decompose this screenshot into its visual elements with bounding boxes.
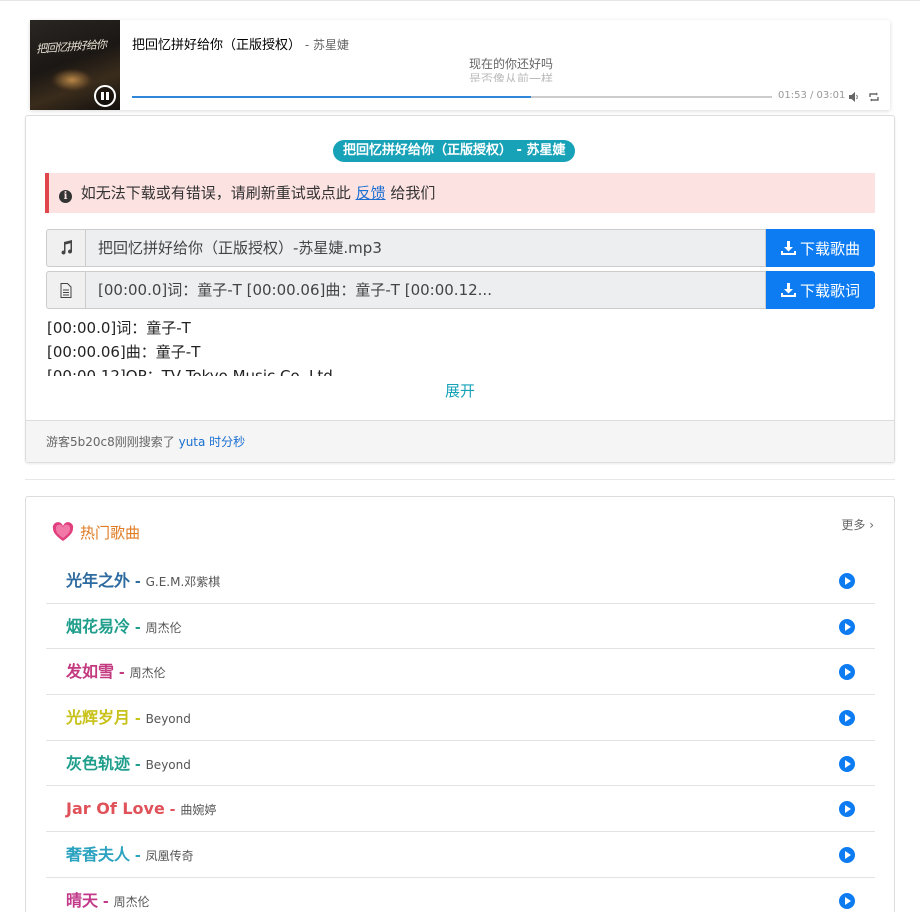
song-list-item[interactable]: 晴天 - 周杰伦 bbox=[46, 878, 875, 912]
download-icon bbox=[780, 241, 796, 255]
recent-search-footer: 游客5b20c8刚刚搜索了 yuta 时分秒 bbox=[26, 420, 894, 462]
song-artist: G.E.M.邓紫棋 bbox=[145, 575, 221, 589]
download-song-label: 下载歌曲 bbox=[799, 239, 860, 258]
song-list-item[interactable]: 发如雪 - 周杰伦 bbox=[46, 649, 875, 696]
expand-lyrics-button[interactable]: 展开 bbox=[26, 380, 894, 401]
song-title-badge: 把回忆拼好给你（正版授权） - 苏星婕 bbox=[333, 140, 576, 162]
hot-song-list: 光年之外 - G.E.M.邓紫棋 烟花易冷 - 周杰伦 发如雪 - 周杰伦 光辉岁月 … bbox=[46, 558, 875, 912]
separator-dash: - bbox=[98, 893, 114, 910]
time-display: 01:53 / 03:01 bbox=[778, 90, 846, 101]
player-song-title: 把回忆拼好给你（正版授权） - 苏星婕 bbox=[132, 34, 349, 53]
download-lyrics-label: 下载歌词 bbox=[799, 281, 860, 300]
song-name[interactable]: 光辉岁月 bbox=[66, 708, 130, 727]
song-name[interactable]: 灰色轨迹 bbox=[66, 754, 130, 773]
alert-suffix: 给我们 bbox=[390, 184, 436, 202]
song-list-item[interactable]: 灰色轨迹 - Beyond bbox=[46, 741, 875, 787]
mp3-filename-field[interactable]: 把回忆拼好给你（正版授权）-苏星婕.mp3 bbox=[86, 229, 766, 267]
mp3-download-row: 把回忆拼好给你（正版授权）-苏星婕.mp3 下载歌曲 bbox=[46, 229, 875, 267]
separator-dash: - bbox=[114, 665, 130, 682]
play-icon[interactable] bbox=[839, 801, 855, 818]
lyric-line: [00:00.12]OP：TV Tokyo Music Co.,Ltd bbox=[47, 367, 333, 376]
song-artist: Beyond bbox=[145, 712, 191, 727]
feedback-alert: i 如无法下载或有错误，请刷新重试或点此 反馈 给我们 bbox=[45, 173, 875, 213]
play-icon[interactable] bbox=[839, 892, 855, 909]
player-title-text: 把回忆拼好给你（正版授权） bbox=[132, 38, 302, 53]
song-list-item[interactable]: 烟花易冷 - 周杰伦 bbox=[46, 604, 875, 650]
song-list-item[interactable]: 奢香夫人 - 凤凰传奇 bbox=[46, 832, 875, 878]
separator-dash: - bbox=[164, 802, 181, 819]
separator-dash: - bbox=[130, 574, 146, 590]
top-divider bbox=[0, 0, 920, 1]
music-player: 把回忆拼好给你 把回忆拼好给你（正版授权） - 苏星婕 现在的你还好吗 是否像从… bbox=[30, 20, 890, 110]
song-list-item[interactable]: 光辉岁月 - Beyond bbox=[46, 695, 875, 741]
play-icon[interactable] bbox=[839, 573, 855, 589]
separator-dash: - bbox=[130, 848, 146, 865]
heart-icon bbox=[52, 522, 74, 541]
next-lyric: 是否像从前一样 bbox=[468, 72, 553, 82]
play-icon[interactable] bbox=[839, 710, 855, 727]
more-link[interactable]: 更多 › bbox=[841, 516, 874, 533]
cover-title: 把回忆拼好给你 bbox=[35, 37, 107, 56]
song-list-item[interactable]: 光年之外 - G.E.M.邓紫棋 bbox=[46, 558, 875, 604]
play-icon[interactable] bbox=[839, 664, 855, 681]
song-artist: 周杰伦 bbox=[145, 620, 182, 635]
song-artist: 凤凰传奇 bbox=[145, 849, 194, 864]
more-label: 更多 bbox=[841, 518, 866, 532]
alert-text: 如无法下载或有错误，请刷新重试或点此 bbox=[80, 184, 351, 202]
separator-dash: - bbox=[130, 619, 146, 636]
volume-icon[interactable] bbox=[848, 91, 860, 103]
song-name[interactable]: 奢香夫人 bbox=[66, 845, 130, 864]
recent-search-text: 游客5b20c8刚刚搜索了 bbox=[46, 435, 175, 449]
song-artist: 曲婉婷 bbox=[180, 803, 217, 818]
song-name[interactable]: 晴天 bbox=[66, 891, 98, 910]
lyric-line: [00:00.0]词：童子-T bbox=[47, 319, 191, 337]
progress-bar[interactable] bbox=[132, 96, 772, 98]
lrc-download-row: [00:00.0]词：童子-T [00:00.06]曲：童子-T [00:00.… bbox=[46, 271, 875, 309]
download-song-button[interactable]: 下载歌曲 bbox=[766, 229, 875, 267]
separator-dash: - bbox=[130, 711, 146, 728]
player-artist: - 苏星婕 bbox=[301, 38, 349, 52]
song-name[interactable]: 光年之外 bbox=[66, 571, 130, 590]
download-panel: 把回忆拼好给你（正版授权） - 苏星婕 i 如无法下载或有错误，请刷新重试或点此… bbox=[25, 115, 895, 463]
section-divider bbox=[25, 479, 895, 480]
album-cover: 把回忆拼好给你 bbox=[30, 20, 120, 110]
play-icon[interactable] bbox=[839, 847, 855, 864]
download-lyrics-button[interactable]: 下载歌词 bbox=[766, 271, 875, 309]
separator-dash: - bbox=[130, 756, 146, 773]
download-icon bbox=[780, 283, 796, 297]
hot-songs-title: 热门歌曲 bbox=[80, 524, 141, 542]
cover-art-light bbox=[50, 68, 94, 92]
song-artist: 周杰伦 bbox=[113, 894, 150, 909]
song-artist: Beyond bbox=[145, 757, 191, 772]
recent-search-keyword[interactable]: yuta 时分秒 bbox=[179, 435, 246, 449]
loop-icon[interactable] bbox=[868, 91, 880, 103]
hot-songs-panel: 热门歌曲 更多 › 光年之外 - G.E.M.邓紫棋 烟花易冷 - 周杰伦 发如雪 … bbox=[25, 496, 895, 912]
play-icon[interactable] bbox=[839, 618, 855, 635]
song-name[interactable]: Jar Of Love bbox=[66, 799, 165, 818]
lrc-preview-field[interactable]: [00:00.0]词：童子-T [00:00.06]曲：童子-T [00:00.… bbox=[86, 271, 766, 309]
song-list-item[interactable]: Jar Of Love - 曲婉婷 bbox=[46, 786, 875, 833]
song-name[interactable]: 发如雪 bbox=[66, 662, 114, 681]
feedback-link[interactable]: 反馈 bbox=[356, 184, 386, 202]
info-icon: i bbox=[59, 190, 72, 203]
hot-songs-header: 热门歌曲 bbox=[52, 521, 140, 545]
lyrics-preview: [00:00.0]词：童子-T [00:00.06]曲：童子-T [00:00.… bbox=[47, 316, 867, 376]
pause-icon[interactable] bbox=[94, 85, 116, 107]
file-icon bbox=[46, 271, 86, 309]
music-note-icon bbox=[46, 229, 86, 267]
progress-fill bbox=[132, 96, 532, 98]
song-name[interactable]: 烟花易冷 bbox=[66, 617, 130, 636]
lyric-line: [00:00.06]曲：童子-T bbox=[47, 343, 201, 361]
chevron-right-icon: › bbox=[869, 518, 874, 532]
play-icon[interactable] bbox=[839, 755, 855, 772]
song-artist: 周杰伦 bbox=[129, 666, 166, 681]
